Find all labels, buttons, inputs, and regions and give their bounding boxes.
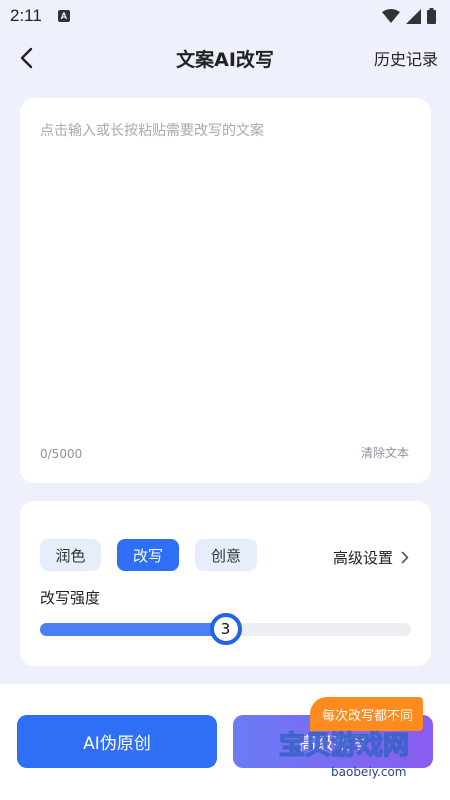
android-a-icon: A xyxy=(57,10,70,22)
ai-pseudo-original-button[interactable]: AI伪原创 xyxy=(17,715,217,768)
bottom-action-bar: AI伪原创 高级改写 每次改写都不同 xyxy=(0,684,450,800)
slider-thumb[interactable]: 3 xyxy=(209,613,242,645)
slider-fill xyxy=(40,623,226,636)
nav-bar: 文案AI改写 历史记录 xyxy=(0,36,450,80)
wifi-icon xyxy=(382,8,400,23)
promo-badge: 每次改写都不同 xyxy=(310,697,424,731)
clear-text-button[interactable]: 清除文本 xyxy=(361,444,409,461)
battery-icon xyxy=(427,8,436,24)
chevron-right-icon xyxy=(401,551,409,564)
signal-icon xyxy=(406,8,421,24)
status-bar: 2:11 A xyxy=(0,0,450,32)
strength-label: 改写强度 xyxy=(40,589,101,607)
status-time: 2:11 xyxy=(10,6,42,25)
advanced-settings-button[interactable]: 高级设置 xyxy=(333,547,409,568)
chevron-left-icon xyxy=(20,47,33,69)
back-button[interactable] xyxy=(10,42,42,74)
history-link[interactable]: 历史记录 xyxy=(374,46,438,70)
status-icons xyxy=(382,8,436,24)
advanced-settings-label: 高级设置 xyxy=(332,549,393,567)
mode-polish-button[interactable]: 润色 xyxy=(40,539,101,571)
input-card: 0/5000 清除文本 xyxy=(20,98,431,483)
copy-text-input[interactable] xyxy=(40,120,410,420)
mode-creative-button[interactable]: 创意 xyxy=(195,539,257,571)
char-count: 0/5000 xyxy=(40,447,83,461)
mode-rewrite-button[interactable]: 改写 xyxy=(117,539,179,571)
options-card: 润色 改写 创意 高级设置 改写强度 3 xyxy=(20,501,431,666)
strength-slider[interactable]: 3 xyxy=(40,613,411,645)
